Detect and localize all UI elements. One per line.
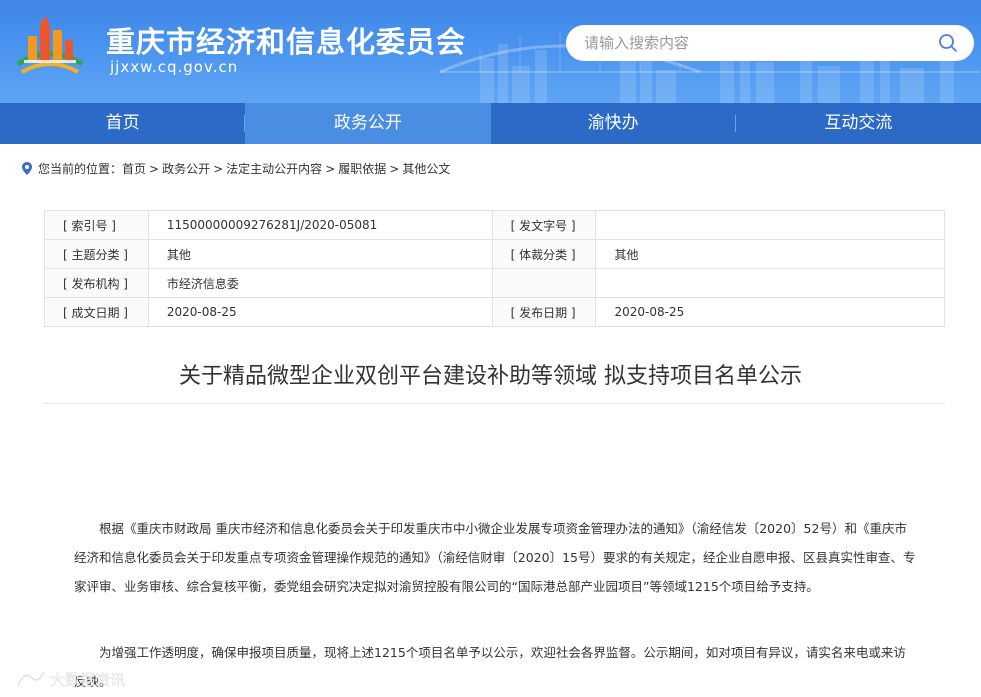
article-paragraph: 为增强工作透明度，确保申报项目质量，现将上述1215个项目名单予以公示，欢迎社会… [74, 645, 906, 689]
site-title[interactable]: 重庆市经济和信息化委员会 [106, 19, 466, 61]
written-date-value: 2020-08-25 [147, 297, 493, 327]
topic-category-value: 其他 [147, 239, 493, 269]
watermark-text: 大数据资讯 [50, 671, 125, 689]
genre-category-label: [ 体裁分类 ] [491, 239, 597, 269]
breadcrumb-separator: > [325, 161, 336, 176]
breadcrumb-separator: > [213, 161, 224, 176]
search-input[interactable] [584, 25, 924, 61]
nav-item-label: 政务公开 [333, 113, 402, 133]
breadcrumb-item-government-affairs[interactable]: 政务公开 [162, 160, 210, 177]
breadcrumb-separator: > [149, 161, 160, 176]
nav-item-home[interactable]: 首页 [0, 103, 246, 144]
nav-item-label: 渝快办 [587, 113, 639, 133]
breadcrumb-item-home[interactable]: 首页 [122, 160, 146, 177]
index-number-value: 11500000009276281J/2020-05081 [147, 210, 493, 240]
site-domain: jjxxw.cq.gov.cn [110, 58, 239, 76]
written-date-label: [ 成文日期 ] [44, 297, 149, 327]
table-row: [ 成文日期 ] 2020-08-25 [ 发布日期 ] 2020-08-25 [44, 297, 945, 327]
search-box [566, 25, 974, 61]
table-row: [ 主题分类 ] 其他 [ 体裁分类 ] 其他 [44, 239, 945, 269]
nav-item-interaction[interactable]: 互动交流 [736, 103, 981, 144]
issuing-agency-value: 市经济信息委 [147, 268, 493, 298]
nav-item-yukuaiban[interactable]: 渝快办 [491, 103, 736, 144]
genre-category-value: 其他 [595, 239, 945, 269]
nav-item-label: 首页 [105, 113, 140, 133]
breadcrumb: 您当前的位置： 首页 > 政务公开 > 法定主动公开内容 > 履职依据 > 其他… [22, 160, 450, 177]
location-pin-icon [22, 162, 32, 175]
breadcrumb-item-other-documents[interactable]: 其他公文 [402, 160, 450, 177]
nav-item-government-affairs[interactable]: 政务公开 [245, 103, 491, 144]
watermark-logo: 大数据资讯 [16, 671, 125, 689]
document-number-label: [ 发文字号 ] [491, 210, 597, 240]
breadcrumb-prefix: 您当前的位置： [38, 162, 123, 176]
search-icon[interactable] [938, 33, 958, 53]
empty-value-cell [595, 268, 945, 298]
table-row: [ 发布机构 ] 市经济信息委 [44, 268, 945, 298]
index-number-label: [ 索引号 ] [44, 210, 149, 240]
table-row: [ 索引号 ] 11500000009276281J/2020-05081 [ … [44, 210, 945, 240]
article-title: 关于精品微型企业双创平台建设补助等领域 拟支持项目名单公示 [179, 364, 802, 389]
main-nav: 首页 政务公开 渝快办 互动交流 [0, 103, 981, 144]
site-logo-icon [16, 18, 84, 74]
empty-label-cell [491, 268, 597, 298]
topic-category-label: [ 主题分类 ] [44, 239, 149, 269]
breadcrumb-separator: > [389, 161, 400, 176]
breadcrumb-item-statutory-disclosure[interactable]: 法定主动公开内容 [226, 160, 322, 177]
issuing-agency-label: [ 发布机构 ] [44, 268, 149, 298]
site-header: 重庆市经济和信息化委员会 jjxxw.cq.gov.cn [0, 0, 981, 103]
publish-date-value: 2020-08-25 [595, 297, 945, 327]
document-info-table: [ 索引号 ] 11500000009276281J/2020-05081 [ … [44, 210, 945, 327]
nav-item-label: 互动交流 [824, 113, 893, 133]
article-paragraph: 根据《重庆市财政局 重庆市经济和信息化委员会关于印发重庆市中小微企业发展专项资金… [74, 521, 916, 594]
document-number-value [595, 210, 945, 240]
publish-date-label: [ 发布日期 ] [491, 297, 597, 327]
title-divider [44, 403, 945, 404]
breadcrumb-item-duty-basis[interactable]: 履职依据 [338, 160, 386, 177]
